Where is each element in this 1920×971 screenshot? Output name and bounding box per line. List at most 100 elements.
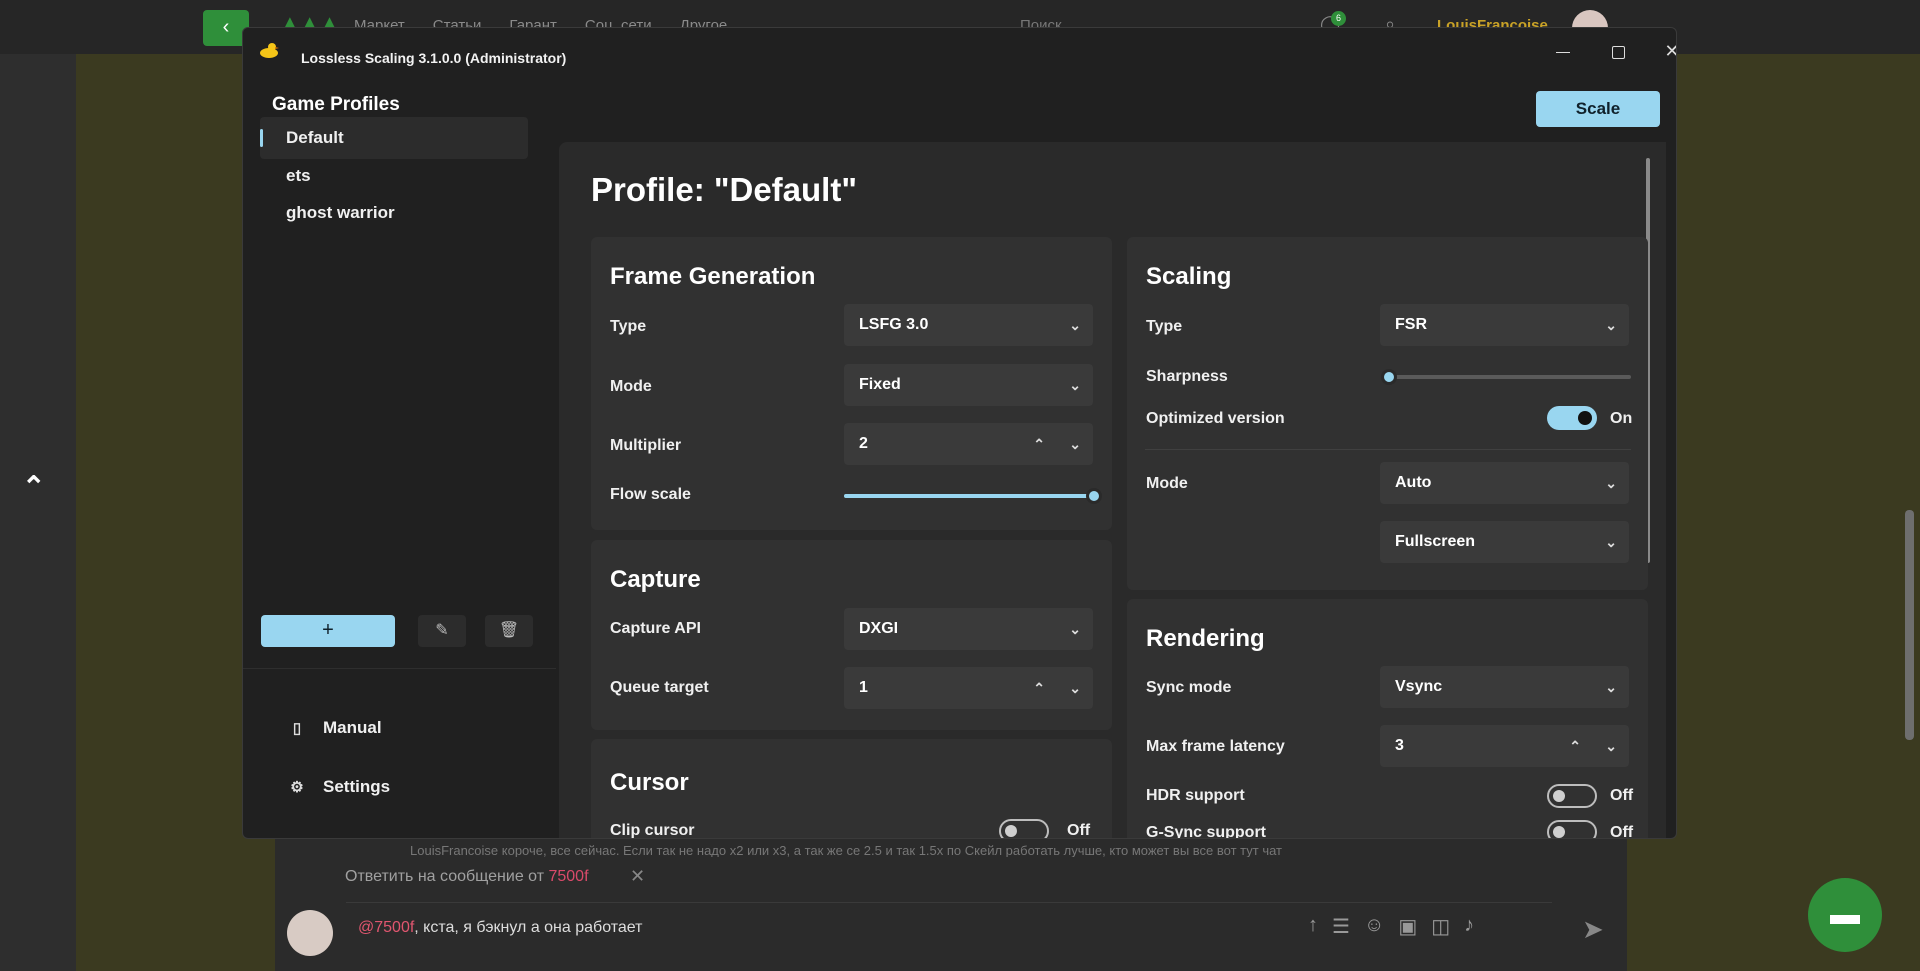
lossless-scaling-window: Lossless Scaling 3.1.0.0 (Administrator)…	[242, 27, 1677, 839]
chat-toolbar: ↑ ☰ ☺ ▣ ◫ ♪	[1308, 914, 1474, 939]
profile-content: Profile: "Default" Frame Generation Type…	[559, 142, 1666, 839]
fg-type-value: LSFG 3.0	[859, 316, 929, 333]
scaling-divider	[1145, 449, 1631, 450]
optimized-version-label: Optimized version	[1146, 410, 1285, 427]
pencil-icon: ✎	[435, 622, 449, 639]
scroll-up-icon[interactable]: ⌃	[22, 470, 45, 503]
edit-profile-button[interactable]: ✎	[418, 615, 466, 647]
chevron-up-icon[interactable]: ⌃	[1569, 725, 1581, 767]
chevron-down-icon: ⌄	[1605, 475, 1617, 491]
book-icon: ▯	[292, 720, 302, 737]
optimized-version-state: On	[1610, 410, 1633, 427]
close-button[interactable]: ✕	[1649, 36, 1676, 68]
add-profile-button[interactable]: +	[261, 615, 395, 647]
fg-flow-scale-slider[interactable]	[844, 488, 1102, 504]
sync-mode-dropdown[interactable]: Vsync ⌄	[1380, 666, 1629, 708]
max-frame-latency-value: 3	[1395, 737, 1404, 754]
fg-multiplier-label: Multiplier	[610, 437, 682, 454]
chevron-down-icon: ⌄	[1605, 317, 1617, 333]
gsync-support-label: G-Sync support	[1146, 824, 1267, 839]
capture-api-value: DXGI	[859, 620, 899, 637]
profile-item-default[interactable]: Default	[260, 117, 528, 159]
chevron-down-icon: ⌄	[1069, 377, 1081, 393]
page-title: Game Profiles	[272, 94, 400, 115]
rendering-card: Rendering Sync mode Vsync ⌄ Max frame la…	[1127, 599, 1648, 839]
sync-mode-value: Vsync	[1395, 678, 1443, 695]
scaling-window-mode-dropdown[interactable]: Fullscreen ⌄	[1380, 521, 1629, 563]
duck-app-icon	[260, 43, 279, 58]
microphone-icon[interactable]: ♪	[1464, 914, 1474, 939]
fg-flow-scale-label: Flow scale	[610, 486, 691, 503]
profile-item-ghost-warrior[interactable]: ghost warrior	[260, 192, 528, 234]
gsync-support-toggle[interactable]	[1547, 820, 1597, 838]
chat-reply-banner: Ответить на сообщение от 7500f	[345, 868, 589, 886]
scaling-type-dropdown[interactable]: FSR ⌄	[1380, 304, 1629, 346]
delete-profile-button[interactable]: 🗑	[485, 615, 533, 647]
list-icon[interactable]: ☰	[1332, 914, 1350, 939]
window-title: Lossless Scaling 3.1.0.0 (Administrator)	[301, 50, 567, 66]
trash-icon: 🗑	[498, 622, 520, 639]
maximize-icon	[1611, 45, 1625, 59]
chevron-up-icon[interactable]: ⌃	[1033, 667, 1045, 709]
notifications-badge: 6	[1331, 11, 1346, 26]
hdr-support-state: Off	[1610, 787, 1634, 804]
queue-target-value: 1	[859, 679, 868, 696]
chat-reply-prefix: Ответить на сообщение от	[345, 868, 545, 885]
sharpness-slider[interactable]	[1381, 369, 1631, 385]
capture-api-dropdown[interactable]: DXGI ⌄	[844, 608, 1093, 650]
scale-button[interactable]: Scale	[1536, 91, 1660, 127]
scaling-type-value: FSR	[1395, 316, 1427, 333]
slider-thumb[interactable]	[1086, 488, 1102, 504]
chat-bubble-button[interactable]: ▬	[1808, 878, 1882, 952]
toggle-knob	[1553, 790, 1565, 802]
capture-api-label: Capture API	[610, 620, 701, 637]
max-frame-latency-stepper[interactable]: 3 ⌃ ⌄	[1380, 725, 1629, 767]
chevron-up-icon[interactable]: ⌃	[1033, 423, 1045, 465]
fg-multiplier-stepper[interactable]: 2 ⌃ ⌄	[844, 423, 1093, 465]
page-scrollbar[interactable]	[1905, 510, 1914, 740]
minimize-button[interactable]	[1540, 36, 1586, 68]
chat-input-text[interactable]: @7500f, кста, я бэкнул а она работает	[358, 919, 642, 937]
nav-settings-label: Settings	[323, 777, 391, 796]
chevron-down-icon[interactable]: ⌄	[1069, 423, 1081, 465]
fg-mode-value: Fixed	[859, 376, 901, 393]
slider-thumb[interactable]	[1381, 369, 1397, 385]
close-icon: ✕	[1664, 41, 1676, 61]
ai-icon[interactable]: ◫	[1431, 914, 1450, 939]
image-icon[interactable]: ▣	[1398, 914, 1417, 939]
scaling-mode-value: Auto	[1395, 474, 1432, 491]
arrow-up-icon[interactable]: ↑	[1308, 914, 1318, 939]
title-bar[interactable]: Lossless Scaling 3.1.0.0 (Administrator)…	[243, 28, 1676, 72]
scaling-card: Scaling Type FSR ⌄ Sharpness Optimized v…	[1127, 237, 1648, 590]
queue-target-stepper[interactable]: 1 ⌃ ⌄	[844, 667, 1093, 709]
scaling-mode-label: Mode	[1146, 475, 1188, 492]
maximize-button[interactable]	[1595, 36, 1641, 68]
scaling-type-label: Type	[1146, 318, 1183, 335]
emoji-icon[interactable]: ☺	[1364, 914, 1384, 939]
send-icon[interactable]: ➤	[1582, 914, 1604, 945]
fg-mode-label: Mode	[610, 378, 652, 395]
toggle-knob	[1553, 826, 1565, 838]
fg-mode-dropdown[interactable]: Fixed ⌄	[844, 364, 1093, 406]
fg-type-dropdown[interactable]: LSFG 3.0 ⌄	[844, 304, 1093, 346]
gear-icon: ⚙	[290, 779, 304, 796]
cursor-title: Cursor	[610, 769, 689, 796]
fg-multiplier-value: 2	[859, 435, 868, 452]
profile-item-ets[interactable]: ets	[260, 155, 528, 197]
toggle-knob	[1005, 825, 1017, 837]
close-reply-icon[interactable]: ✕	[630, 866, 645, 887]
nav-manual-label: Manual	[323, 718, 382, 737]
optimized-version-toggle[interactable]	[1547, 406, 1597, 430]
chevron-down-icon[interactable]: ⌄	[1069, 667, 1081, 709]
nav-manual[interactable]: ▯ Manual	[287, 718, 382, 738]
gsync-support-state: Off	[1610, 824, 1634, 839]
chevron-down-icon[interactable]: ⌄	[1605, 725, 1617, 767]
capture-card: Capture Capture API DXGI ⌄ Queue target …	[591, 540, 1112, 730]
queue-target-label: Queue target	[610, 679, 709, 696]
clip-cursor-toggle[interactable]	[999, 819, 1049, 838]
chat-reply-nick[interactable]: 7500f	[548, 868, 588, 885]
scaling-mode-dropdown[interactable]: Auto ⌄	[1380, 462, 1629, 504]
nav-settings[interactable]: ⚙ Settings	[287, 777, 390, 797]
capture-title: Capture	[610, 566, 701, 593]
hdr-support-toggle[interactable]	[1547, 784, 1597, 808]
